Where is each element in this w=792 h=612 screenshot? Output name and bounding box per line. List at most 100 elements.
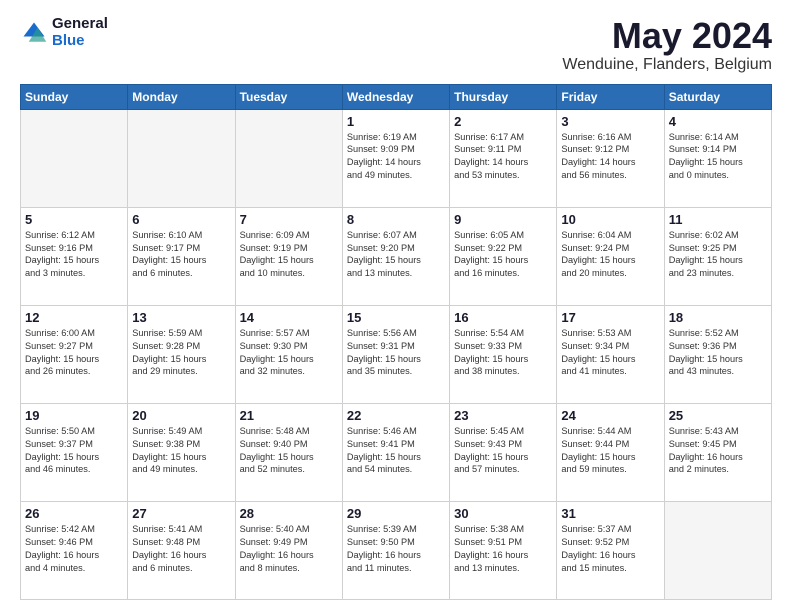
day-info-line: and 54 minutes. (347, 463, 445, 476)
day-info-line: Sunset: 9:48 PM (132, 536, 230, 549)
day-info-line: and 23 minutes. (669, 267, 767, 280)
calendar-cell-w3-d3: 14Sunrise: 5:57 AMSunset: 9:30 PMDayligh… (235, 305, 342, 403)
day-info-line: Sunrise: 6:10 AM (132, 229, 230, 242)
day-info-line: Sunset: 9:44 PM (561, 438, 659, 451)
day-info-line: Daylight: 14 hours (561, 156, 659, 169)
day-info-line: Daylight: 15 hours (240, 254, 338, 267)
day-info-line: Sunrise: 6:12 AM (25, 229, 123, 242)
day-info-line: Daylight: 15 hours (454, 451, 552, 464)
day-info-line: Sunrise: 5:52 AM (669, 327, 767, 340)
day-info-line: Sunset: 9:50 PM (347, 536, 445, 549)
day-number: 21 (240, 408, 338, 423)
day-info-line: Sunrise: 5:37 AM (561, 523, 659, 536)
day-info-line: Sunrise: 5:41 AM (132, 523, 230, 536)
calendar-cell-w1-d6: 3Sunrise: 6:16 AMSunset: 9:12 PMDaylight… (557, 109, 664, 207)
calendar-cell-w2-d6: 10Sunrise: 6:04 AMSunset: 9:24 PMDayligh… (557, 207, 664, 305)
day-number: 10 (561, 212, 659, 227)
day-info-line: Sunset: 9:09 PM (347, 143, 445, 156)
logo-icon (20, 19, 48, 47)
day-number: 23 (454, 408, 552, 423)
day-info-line: Sunrise: 5:57 AM (240, 327, 338, 340)
calendar-cell-w4-d2: 20Sunrise: 5:49 AMSunset: 9:38 PMDayligh… (128, 403, 235, 501)
day-number: 2 (454, 114, 552, 129)
day-number: 17 (561, 310, 659, 325)
day-info-line: and 52 minutes. (240, 463, 338, 476)
day-info-line: and 15 minutes. (561, 562, 659, 575)
day-info-line: Sunset: 9:51 PM (454, 536, 552, 549)
day-number: 30 (454, 506, 552, 521)
day-info-line: and 41 minutes. (561, 365, 659, 378)
day-info-line: Sunset: 9:40 PM (240, 438, 338, 451)
page: General Blue May 2024 Wenduine, Flanders… (0, 0, 792, 612)
day-info-line: Sunset: 9:28 PM (132, 340, 230, 353)
day-info-line: Sunset: 9:22 PM (454, 242, 552, 255)
day-info-line: and 2 minutes. (669, 463, 767, 476)
day-info-line: Sunrise: 5:38 AM (454, 523, 552, 536)
day-info-line: Sunset: 9:20 PM (347, 242, 445, 255)
calendar-cell-w2-d1: 5Sunrise: 6:12 AMSunset: 9:16 PMDaylight… (21, 207, 128, 305)
day-info-line: Sunrise: 5:46 AM (347, 425, 445, 438)
day-info-line: Sunset: 9:36 PM (669, 340, 767, 353)
day-info-line: Daylight: 15 hours (561, 451, 659, 464)
calendar-cell-w5-d5: 30Sunrise: 5:38 AMSunset: 9:51 PMDayligh… (450, 501, 557, 599)
day-info-line: Sunset: 9:14 PM (669, 143, 767, 156)
day-number: 9 (454, 212, 552, 227)
day-info-line: and 0 minutes. (669, 169, 767, 182)
day-info-line: Sunset: 9:34 PM (561, 340, 659, 353)
day-info-line: Daylight: 15 hours (25, 254, 123, 267)
calendar-cell-w2-d3: 7 Sunrise: 6:09 AMSunset: 9:19 PMDaylight… (235, 207, 342, 305)
day-info-line: Sunrise: 6:05 AM (454, 229, 552, 242)
header: General Blue May 2024 Wenduine, Flanders… (20, 16, 772, 74)
day-info-line: Sunrise: 6:14 AM (669, 131, 767, 144)
day-info-line: Sunset: 9:24 PM (561, 242, 659, 255)
day-info-line: and 20 minutes. (561, 267, 659, 280)
day-info-line: Daylight: 15 hours (454, 353, 552, 366)
calendar-cell-w5-d3: 28Sunrise: 5:40 AMSunset: 9:49 PMDayligh… (235, 501, 342, 599)
logo-general-text: General (52, 16, 108, 33)
calendar-cell-w1-d3 (235, 109, 342, 207)
day-number: 7 (240, 212, 338, 227)
day-info-line: Daylight: 15 hours (347, 254, 445, 267)
day-info-line: Sunrise: 5:56 AM (347, 327, 445, 340)
day-number: 16 (454, 310, 552, 325)
day-number: 31 (561, 506, 659, 521)
day-info-line: Daylight: 15 hours (25, 353, 123, 366)
day-info-line: and 59 minutes. (561, 463, 659, 476)
day-info-line: Sunrise: 6:19 AM (347, 131, 445, 144)
calendar-cell-w5-d4: 29Sunrise: 5:39 AMSunset: 9:50 PMDayligh… (342, 501, 449, 599)
calendar-week-2: 5Sunrise: 6:12 AMSunset: 9:16 PMDaylight… (21, 207, 772, 305)
calendar-cell-w4-d4: 22Sunrise: 5:46 AMSunset: 9:41 PMDayligh… (342, 403, 449, 501)
day-info-line: Sunset: 9:17 PM (132, 242, 230, 255)
day-info-line: Sunrise: 5:54 AM (454, 327, 552, 340)
calendar-cell-w4-d6: 24Sunrise: 5:44 AMSunset: 9:44 PMDayligh… (557, 403, 664, 501)
day-info-line: Daylight: 15 hours (669, 353, 767, 366)
day-info-line: Sunrise: 5:42 AM (25, 523, 123, 536)
calendar-cell-w2-d4: 8Sunrise: 6:07 AMSunset: 9:20 PMDaylight… (342, 207, 449, 305)
day-info-line: and 26 minutes. (25, 365, 123, 378)
day-info-line: Sunset: 9:52 PM (561, 536, 659, 549)
day-info-line: Sunrise: 5:50 AM (25, 425, 123, 438)
day-number: 27 (132, 506, 230, 521)
day-info-line: Sunrise: 6:17 AM (454, 131, 552, 144)
day-info-line: Sunset: 9:19 PM (240, 242, 338, 255)
day-info-line: Daylight: 15 hours (347, 451, 445, 464)
day-info-line: Sunrise: 6:09 AM (240, 229, 338, 242)
day-info-line: Sunset: 9:30 PM (240, 340, 338, 353)
day-info-line: and 13 minutes. (347, 267, 445, 280)
day-info-line: and 8 minutes. (240, 562, 338, 575)
day-info-line: and 32 minutes. (240, 365, 338, 378)
calendar-cell-w5-d1: 26Sunrise: 5:42 AMSunset: 9:46 PMDayligh… (21, 501, 128, 599)
day-info-line: Sunset: 9:46 PM (25, 536, 123, 549)
calendar-cell-w5-d6: 31Sunrise: 5:37 AMSunset: 9:52 PMDayligh… (557, 501, 664, 599)
day-info-line: Daylight: 15 hours (561, 353, 659, 366)
day-info-line: and 6 minutes. (132, 562, 230, 575)
day-info-line: and 10 minutes. (240, 267, 338, 280)
day-info-line: and 29 minutes. (132, 365, 230, 378)
day-info-line: Daylight: 14 hours (347, 156, 445, 169)
day-info-line: Sunrise: 5:48 AM (240, 425, 338, 438)
day-number: 19 (25, 408, 123, 423)
day-info-line: and 6 minutes. (132, 267, 230, 280)
day-info-line: and 4 minutes. (25, 562, 123, 575)
day-info-line: Daylight: 15 hours (240, 451, 338, 464)
day-info-line: and 49 minutes. (347, 169, 445, 182)
